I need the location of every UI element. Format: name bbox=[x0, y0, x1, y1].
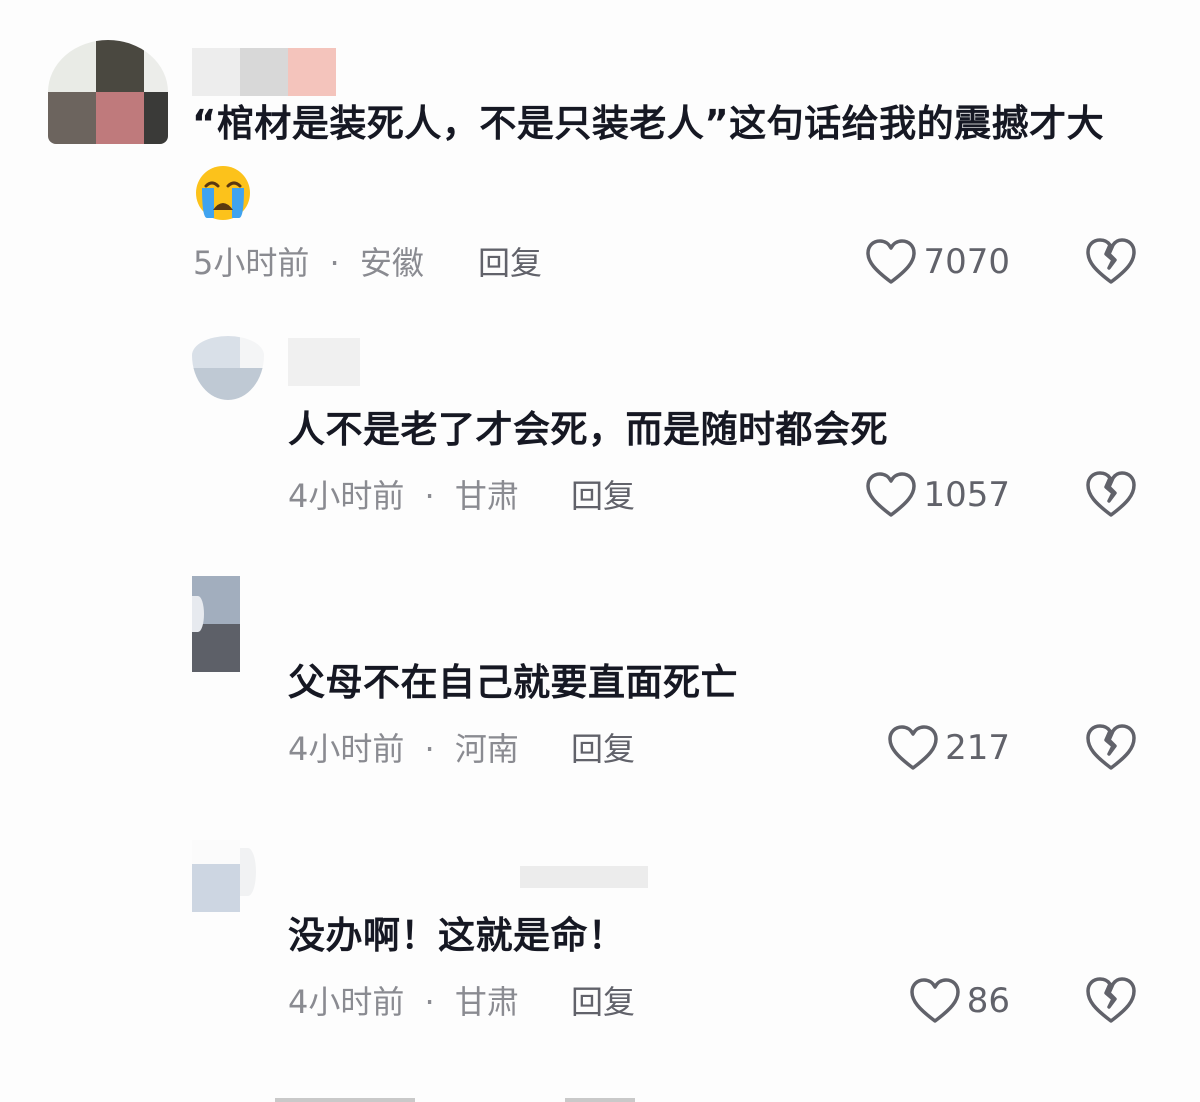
comment-location: 安徽 bbox=[359, 244, 424, 282]
comment-text: 父母不在自己就要直面死亡 bbox=[288, 661, 738, 704]
username[interactable] bbox=[192, 48, 336, 96]
meta-separator: · bbox=[424, 477, 435, 515]
heart-outline-icon bbox=[909, 978, 960, 1023]
comment-meta: 4小时前 · 河南 bbox=[288, 729, 519, 769]
meta-separator: · bbox=[424, 983, 435, 1021]
like-count: 1057 bbox=[923, 475, 1010, 515]
reply-button[interactable]: 回复 bbox=[571, 982, 635, 1022]
username[interactable] bbox=[520, 866, 648, 888]
comment-thread: { "comments": [ { "text_line1": "“棺材是装死人… bbox=[0, 0, 1200, 1102]
broken-heart-icon[interactable] bbox=[1085, 469, 1137, 521]
comment-location: 甘肃 bbox=[454, 477, 519, 515]
comment-meta: 4小时前 · 甘肃 bbox=[288, 982, 519, 1022]
comment-text: 人不是老了才会死，而是随时都会死 bbox=[288, 408, 888, 451]
heart-outline-icon bbox=[888, 725, 938, 770]
like-count: 86 bbox=[966, 981, 1010, 1021]
next-comment-preview bbox=[275, 1094, 645, 1102]
reply-button[interactable]: 回复 bbox=[571, 476, 635, 516]
broken-heart-icon[interactable] bbox=[1085, 236, 1137, 288]
loudly-crying-face-icon bbox=[196, 166, 250, 220]
like-count: 217 bbox=[945, 728, 1010, 768]
avatar[interactable] bbox=[192, 840, 256, 912]
comment-meta: 4小时前 · 甘肃 bbox=[288, 476, 519, 516]
like-button[interactable]: 1057 bbox=[865, 469, 1010, 521]
comment-time: 4小时前 bbox=[288, 477, 405, 515]
reply-button[interactable]: 回复 bbox=[571, 729, 635, 769]
comment-text: 没办啊！这就是命！ bbox=[288, 914, 626, 957]
comment-location: 甘肃 bbox=[454, 983, 519, 1021]
meta-separator: · bbox=[424, 730, 435, 768]
like-button[interactable]: 217 bbox=[887, 722, 1010, 774]
reply-button[interactable]: 回复 bbox=[478, 243, 542, 283]
like-button[interactable]: 86 bbox=[909, 975, 1010, 1027]
comment-time: 4小时前 bbox=[288, 730, 405, 768]
meta-separator: · bbox=[329, 244, 340, 282]
avatar[interactable] bbox=[192, 336, 264, 400]
like-button[interactable]: 7070 bbox=[865, 236, 1010, 288]
avatar[interactable] bbox=[192, 576, 240, 672]
heart-outline-icon bbox=[866, 239, 917, 284]
comment-time: 5小时前 bbox=[193, 244, 310, 282]
broken-heart-icon[interactable] bbox=[1085, 975, 1137, 1027]
comment-time: 4小时前 bbox=[288, 983, 405, 1021]
heart-outline-icon bbox=[866, 472, 917, 517]
avatar[interactable] bbox=[48, 40, 168, 144]
comment-text: “棺材是装死人，不是只装老人”这句话给我的震撼才大 bbox=[192, 102, 1105, 145]
comment-location: 河南 bbox=[454, 730, 519, 768]
comment-meta: 5小时前 · 安徽 bbox=[193, 243, 424, 283]
username[interactable] bbox=[288, 338, 360, 386]
broken-heart-icon[interactable] bbox=[1085, 722, 1137, 774]
like-count: 7070 bbox=[923, 242, 1010, 282]
